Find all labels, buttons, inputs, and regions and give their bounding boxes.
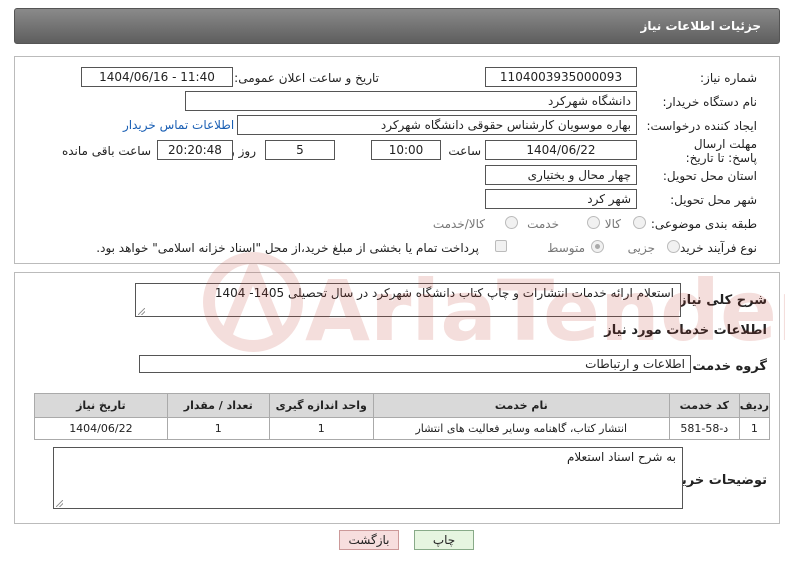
cell-need-date: 1404/06/22 [34, 417, 168, 440]
remaining-time-field: 20:20:48 [157, 140, 233, 160]
purchase-radio-medium[interactable] [591, 240, 604, 253]
creator-label: ایجاد کننده درخواست: [646, 119, 757, 133]
col-header-unit: واحد اندازه گیری [268, 393, 374, 418]
col-header-service-name: نام خدمت [372, 393, 670, 418]
page-title: جزئیات اطلاعات نیاز [640, 19, 761, 33]
summary-label: شرح کلی نیاز: [673, 293, 767, 308]
category-option-service: خدمت [527, 217, 559, 231]
category-radio-service[interactable] [587, 216, 600, 229]
province-field: چهار محال و بختیاری [485, 165, 637, 185]
services-heading: اطلاعات خدمات مورد نیاز [604, 323, 767, 338]
col-header-service-code: کد خدمت [668, 393, 740, 418]
col-header-quantity: تعداد / مقدار [166, 393, 270, 418]
category-label: طبقه بندی موضوعی: [650, 217, 757, 231]
page-header: جزئیات اطلاعات نیاز [14, 8, 780, 44]
remaining-label: ساعت باقی مانده [61, 144, 151, 158]
services-table: ردیف کد خدمت نام خدمت واحد اندازه گیری ت… [34, 393, 771, 440]
back-button[interactable]: بازگشت [339, 530, 399, 550]
category-radio-goods-service[interactable] [505, 216, 518, 229]
province-label: استان محل تحویل: [662, 169, 757, 183]
service-group-field: اطلاعات و ارتباطات [139, 355, 691, 373]
resize-grip-icon [138, 308, 145, 315]
need-details-panel: شرح کلی نیاز: استعلام ارائه خدمات انتشار… [14, 272, 780, 524]
days-label: روز و [229, 144, 256, 158]
resize-grip-icon [56, 500, 63, 507]
table-row: 1 د-58-581 انتشار کتاب، گاهنامه وسایر فع… [34, 417, 771, 440]
need-number-field: 1104003935000093 [485, 67, 637, 87]
need-info-panel: شماره نیاز: 1104003935000093 تاریخ و ساع… [14, 56, 780, 264]
deadline-time-field: 10:00 [371, 140, 441, 160]
col-header-need-date: تاریخ نیاز [34, 393, 168, 418]
city-label: شهر محل تحویل: [670, 193, 757, 207]
print-button[interactable]: چاپ [414, 530, 474, 550]
buyer-notes-field: به شرح اسناد استعلام [53, 447, 683, 509]
purchase-type-label: نوع فرآیند خرید : [672, 241, 757, 255]
creator-field: بهاره موسویان کارشناس حقوقی دانشگاه شهرک… [237, 115, 637, 135]
summary-field: استعلام ارائه خدمات انتشارات و چاپ کتاب … [135, 283, 681, 317]
announce-datetime-field: 1404/06/16 - 11:40 [81, 67, 233, 87]
col-header-row-number: ردیف [738, 393, 771, 418]
cell-unit: 1 [268, 417, 374, 440]
purchase-radio-minor[interactable] [667, 240, 680, 253]
remaining-days-field: 5 [265, 140, 335, 160]
buyer-notes-text: به شرح اسناد استعلام [566, 450, 676, 464]
deadline-date-field: 1404/06/22 [485, 140, 637, 160]
buyer-contact-link[interactable]: اطلاعات تماس خریدار [123, 118, 234, 132]
deadline-label: مهلت ارسال پاسخ: تا تاریخ: [685, 137, 757, 165]
announce-label: تاریخ و ساعت اعلان عمومی: [234, 71, 379, 85]
summary-text: استعلام ارائه خدمات انتشارات و چاپ کتاب … [214, 286, 674, 300]
deadline-time-label: ساعت [448, 144, 481, 158]
treasury-payment-checkbox[interactable] [495, 240, 507, 252]
buyer-label: نام دستگاه خریدار: [662, 95, 758, 109]
table-header-row: ردیف کد خدمت نام خدمت واحد اندازه گیری ت… [34, 393, 771, 418]
purchase-option-minor: جزیی [627, 241, 655, 255]
cell-service-code: د-58-581 [668, 417, 740, 440]
city-field: شهر کرد [485, 189, 637, 209]
cell-quantity: 1 [166, 417, 270, 440]
category-radio-goods[interactable] [633, 216, 646, 229]
service-group-label: گروه خدمت: [687, 359, 767, 374]
cell-row-number: 1 [738, 417, 771, 440]
need-number-label: شماره نیاز: [700, 71, 757, 85]
purchase-option-medium: متوسط [547, 241, 585, 255]
category-option-goods-service: کالا/خدمت [432, 217, 485, 231]
treasury-payment-note: پرداخت تمام یا بخشی از مبلغ خرید،از محل … [96, 241, 479, 255]
buyer-field: دانشگاه شهرکرد [185, 91, 637, 111]
category-option-goods: کالا [604, 217, 621, 231]
cell-service-name: انتشار کتاب، گاهنامه وسایر فعالیت های ان… [372, 417, 670, 440]
